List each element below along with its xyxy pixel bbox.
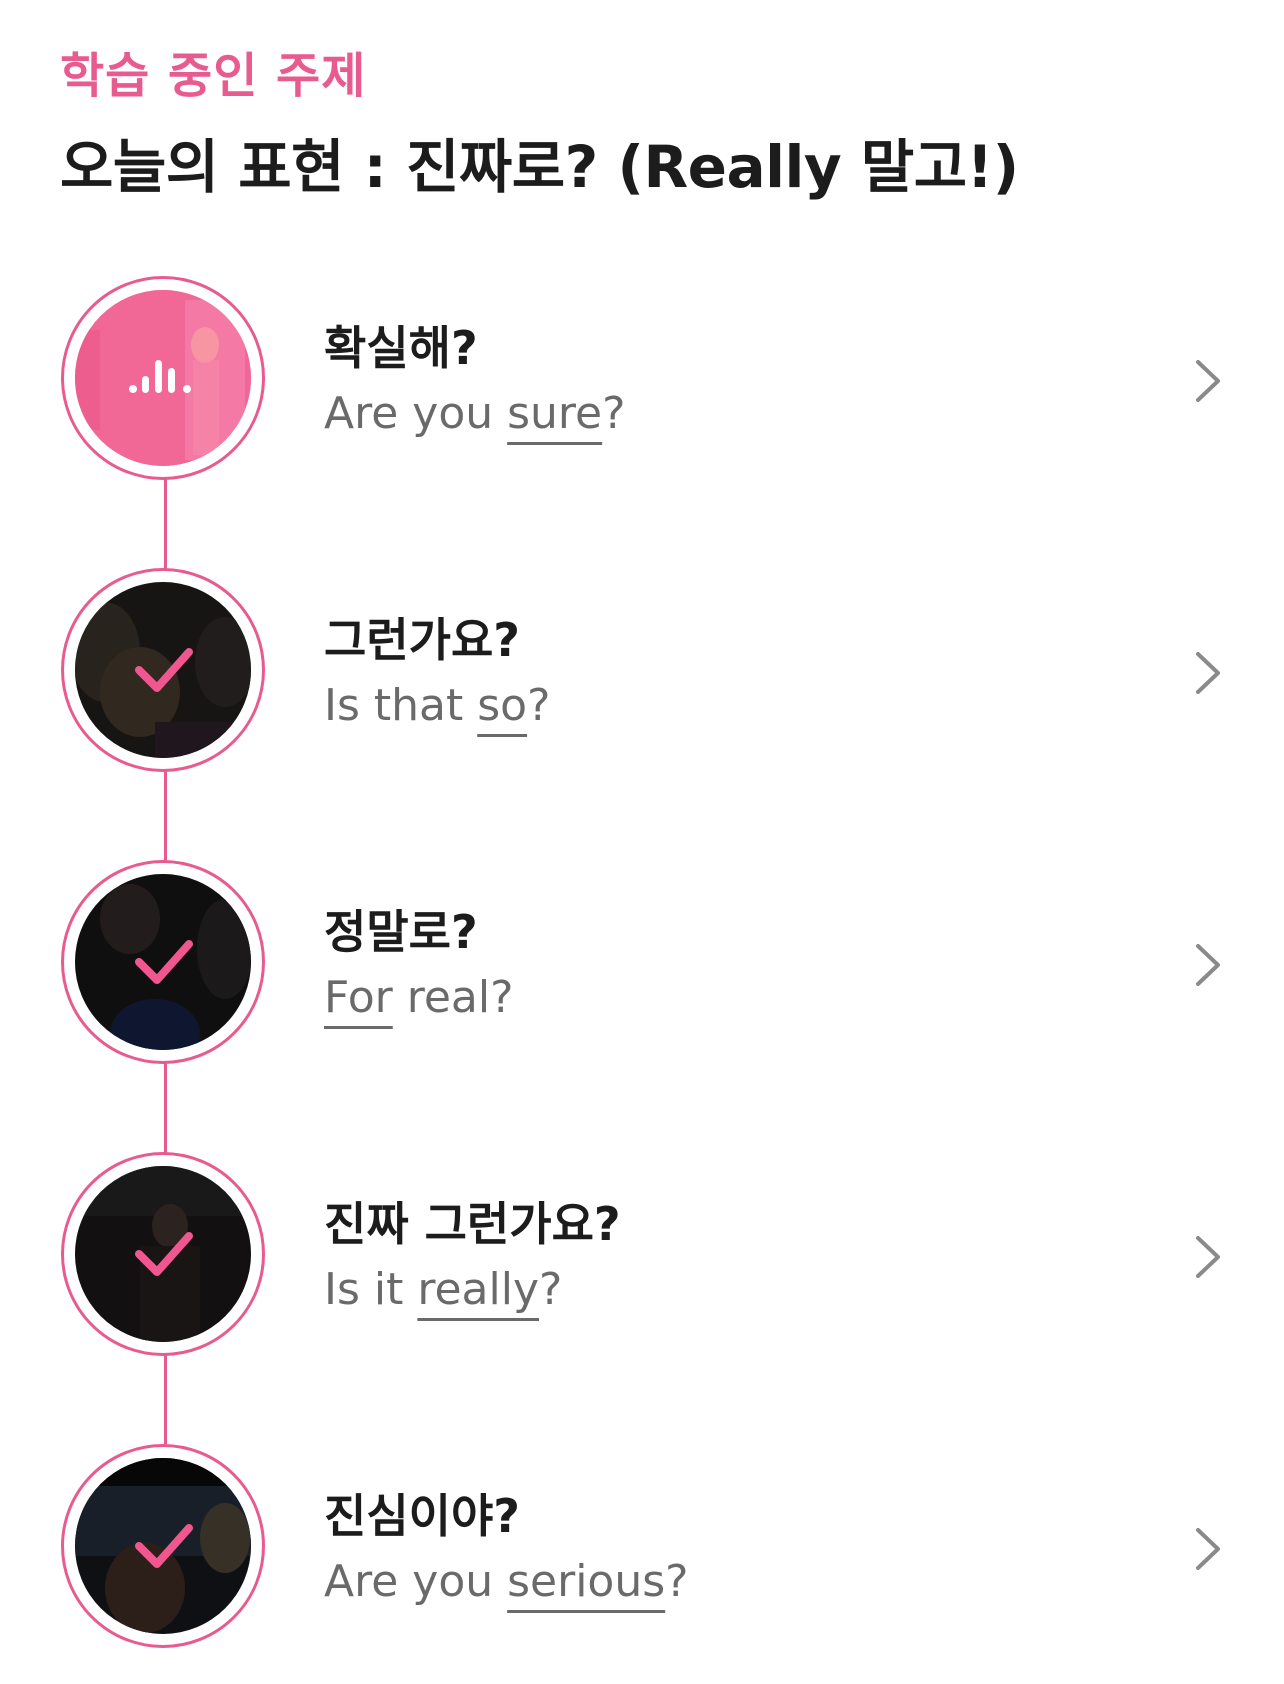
phrase-english: Are you sure? — [324, 388, 626, 439]
phrase-korean: 진심이야? — [324, 1489, 520, 1543]
thumbnail-ring — [61, 1444, 265, 1648]
topic-eyebrow: 학습 중인 주제 — [60, 48, 367, 104]
phrase-korean: 확실해? — [324, 321, 478, 375]
thumbnail — [75, 290, 251, 466]
list-item[interactable]: 정말로? For real? — [0, 860, 1284, 1070]
phrase-english: Is that so? — [324, 680, 551, 731]
list-item[interactable]: 그런가요? Is that so? — [0, 568, 1284, 778]
thumbnail — [75, 1166, 251, 1342]
phrase-korean: 진짜 그런가요? — [324, 1197, 621, 1251]
thumbnail-ring — [61, 1152, 265, 1356]
phrase-english: Are you serious? — [324, 1556, 689, 1607]
check-icon — [135, 1232, 193, 1276]
chevron-right-icon[interactable] — [1188, 1524, 1228, 1574]
phrase-korean: 정말로? — [324, 905, 478, 959]
check-icon — [135, 648, 193, 692]
list-item[interactable]: 확실해? Are you sure? — [0, 276, 1284, 486]
chevron-right-icon[interactable] — [1188, 1232, 1228, 1282]
audio-wave-icon — [129, 360, 191, 393]
chevron-right-icon[interactable] — [1188, 648, 1228, 698]
thumbnail — [75, 874, 251, 1050]
list-item[interactable]: 진짜 그런가요? Is it really? — [0, 1152, 1284, 1362]
list-item[interactable]: 진심이야? Are you serious? — [0, 1444, 1284, 1654]
chevron-right-icon[interactable] — [1188, 940, 1228, 990]
check-icon — [135, 1524, 193, 1568]
phrase-english: Is it really? — [324, 1264, 563, 1315]
thumbnail — [75, 1458, 251, 1634]
check-icon — [135, 940, 193, 984]
phrase-korean: 그런가요? — [324, 613, 520, 667]
phrase-english: For real? — [324, 972, 514, 1023]
thumbnail-ring — [61, 568, 265, 772]
page-title: 오늘의 표현 : 진짜로? (Really 말고!) — [60, 133, 1019, 201]
thumbnail-ring — [61, 276, 265, 480]
thumbnail — [75, 582, 251, 758]
thumbnail-ring — [61, 860, 265, 1064]
chevron-right-icon[interactable] — [1188, 356, 1228, 406]
